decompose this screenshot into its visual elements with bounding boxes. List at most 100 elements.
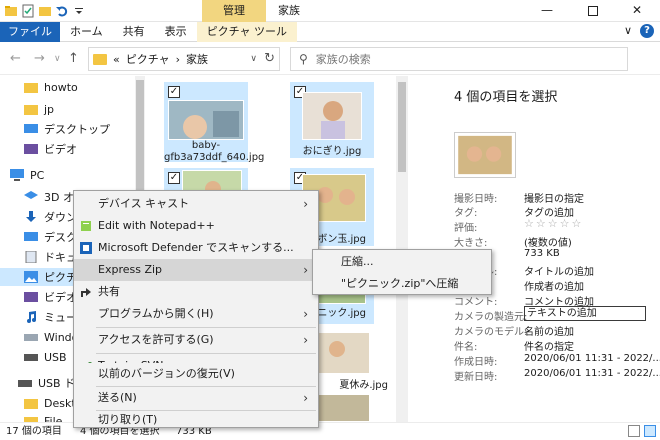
- minimize-button[interactable]: —: [524, 0, 570, 22]
- nav-item-video-2[interactable]: ビデオ: [24, 288, 77, 306]
- usb-icon: [24, 354, 38, 361]
- back-button[interactable]: ←: [10, 51, 21, 66]
- prop-tags-key: タグ:: [454, 208, 478, 219]
- prop-rating-key: 評価:: [454, 223, 478, 234]
- search-icon: ⚲: [299, 52, 308, 66]
- menu-item-send-to[interactable]: 送る(N) ›: [74, 387, 318, 409]
- nav-item-video[interactable]: ビデオ: [24, 140, 77, 158]
- menu-item-compress[interactable]: 圧縮...: [313, 251, 491, 273]
- menu-item-share[interactable]: 共有: [74, 281, 318, 303]
- menu-item-give-access[interactable]: アクセスを許可する(G) ›: [74, 329, 318, 351]
- tab-picture-tools[interactable]: ピクチャ ツール: [196, 22, 298, 42]
- folder-icon: [24, 399, 38, 409]
- breadcrumb-overflow[interactable]: «: [113, 53, 120, 66]
- content-scrollbar-thumb[interactable]: [398, 82, 406, 172]
- nav-item-jp[interactable]: jp: [24, 100, 54, 118]
- tab-home[interactable]: ホーム: [60, 22, 113, 42]
- prop-subject-key: 件名:: [454, 342, 478, 353]
- download-icon: [26, 211, 36, 222]
- folder-icon[interactable]: [4, 4, 18, 18]
- notepad-icon: [81, 221, 91, 231]
- 3d-icon: [24, 191, 38, 199]
- nav-scrollbar-thumb[interactable]: [136, 80, 144, 200]
- undo-icon[interactable]: [55, 4, 69, 18]
- up-button[interactable]: ↑: [68, 51, 79, 66]
- submenu-arrow-icon: ›: [303, 333, 308, 347]
- prop-comments-key: コメント:: [454, 297, 498, 308]
- rating-stars[interactable]: ☆☆☆☆☆: [524, 217, 583, 230]
- camera-maker-field[interactable]: テキストの追加: [524, 306, 646, 321]
- desktop-icon: [24, 232, 38, 241]
- prop-modified-key: 更新日時:: [454, 372, 498, 383]
- selection-thumbnail: [454, 132, 516, 178]
- recent-locations-button[interactable]: ∨: [54, 54, 61, 64]
- file-name: おにぎり.jpg: [302, 146, 362, 157]
- defender-icon: [80, 242, 92, 254]
- address-dropdown-icon[interactable]: ∨: [250, 54, 257, 64]
- customize-toolbar-icon[interactable]: [72, 4, 86, 18]
- prop-modified-value: 2020/06/01 11:31 - 2022/...: [524, 368, 660, 379]
- details-view-icon[interactable]: [628, 425, 640, 437]
- menu-item-compress-to-zip[interactable]: "ピクニック.zip"へ圧縮: [313, 273, 491, 295]
- maximize-button[interactable]: [570, 0, 616, 22]
- breadcrumb-separator[interactable]: ›: [176, 53, 180, 66]
- prop-dimensions-key: 大きさ:: [454, 238, 488, 249]
- file-checkbox[interactable]: ✓: [168, 86, 180, 98]
- folder-icon: [24, 105, 38, 115]
- properties-icon[interactable]: [21, 4, 35, 18]
- title-bar: 管理 家族 — ✕: [0, 0, 660, 22]
- menu-item-defender-scan[interactable]: Microsoft Defender でスキャンする...: [74, 237, 318, 259]
- menu-item-express-zip[interactable]: Express Zip ›: [74, 259, 318, 281]
- file-tile-baby[interactable]: ✓ baby-gfb3a73ddf_640.jpg: [164, 82, 264, 163]
- breadcrumb-family[interactable]: 家族: [186, 51, 208, 67]
- help-icon[interactable]: ?: [640, 24, 654, 38]
- menu-item-edit-notepad[interactable]: Edit with Notepad++: [74, 215, 318, 237]
- video-icon: [24, 144, 38, 154]
- tab-share[interactable]: 共有: [113, 22, 155, 42]
- file-checkbox[interactable]: ✓: [168, 172, 180, 184]
- forward-button[interactable]: →: [34, 51, 45, 66]
- window-title: 家族: [278, 4, 300, 17]
- tab-file[interactable]: ファイル: [0, 22, 60, 42]
- new-folder-icon[interactable]: [38, 4, 52, 18]
- breadcrumb-pictures[interactable]: ピクチャ: [126, 51, 170, 67]
- close-button[interactable]: ✕: [614, 0, 660, 22]
- search-input[interactable]: ⚲ 家族の検索: [290, 47, 628, 71]
- menu-separator: [96, 327, 316, 328]
- expand-ribbon-icon[interactable]: ∨: [624, 24, 632, 38]
- navigation-bar: ← → ∨ ↑ « ピクチャ › 家族 ∨ ↻ ⚲ 家族の検索: [0, 43, 660, 75]
- video-icon: [24, 292, 38, 302]
- large-icons-view-icon[interactable]: [644, 425, 656, 437]
- prop-date-taken-value[interactable]: 撮影日の指定: [524, 190, 584, 205]
- desktop-icon: [24, 124, 38, 133]
- menu-item-restore-previous-versions[interactable]: 以前のバージョンの復元(V): [74, 363, 318, 385]
- submenu-arrow-icon: ›: [303, 197, 308, 211]
- nav-item-howto[interactable]: howto: [24, 78, 78, 96]
- menu-item-device-cast[interactable]: デバイス キャスト ›: [74, 193, 318, 215]
- context-menu: デバイス キャスト › Edit with Notepad++ Microsoft…: [73, 190, 319, 428]
- nav-item-pc[interactable]: PC: [10, 166, 44, 184]
- menu-item-cut[interactable]: 切り取り(T): [74, 409, 318, 431]
- prop-subject-value[interactable]: 件名の指定: [524, 338, 574, 353]
- folder-icon: [93, 53, 107, 65]
- refresh-icon[interactable]: ↻: [264, 51, 275, 66]
- prop-title-value[interactable]: タイトルの追加: [524, 263, 594, 278]
- prop-camera-model-value[interactable]: 名前の追加: [524, 323, 574, 338]
- file-tile-onigiri[interactable]: ✓ おにぎり.jpg: [290, 82, 374, 158]
- document-icon: [25, 251, 37, 263]
- address-bar[interactable]: « ピクチャ › 家族 ∨ ↻: [88, 47, 280, 71]
- express-zip-submenu: 圧縮... "ピクニック.zip"へ圧縮: [312, 249, 492, 295]
- submenu-arrow-icon: ›: [303, 263, 308, 277]
- quick-access-toolbar: [4, 3, 86, 19]
- pc-icon: [10, 169, 24, 181]
- tab-view[interactable]: 表示: [155, 22, 197, 42]
- photo-thumbnail: [302, 92, 362, 140]
- prop-date-taken-key: 撮影日時:: [454, 194, 498, 205]
- menu-item-open-with[interactable]: プログラムから開く(H) ›: [74, 303, 318, 325]
- prop-author-value[interactable]: 作成者の追加: [524, 278, 584, 293]
- usb-icon: [18, 380, 32, 387]
- submenu-arrow-icon: ›: [303, 391, 308, 405]
- share-icon: [81, 288, 91, 297]
- prop-dimensions-value: (複数の値): [524, 238, 572, 249]
- nav-item-desktop[interactable]: デスクトップ: [24, 120, 110, 138]
